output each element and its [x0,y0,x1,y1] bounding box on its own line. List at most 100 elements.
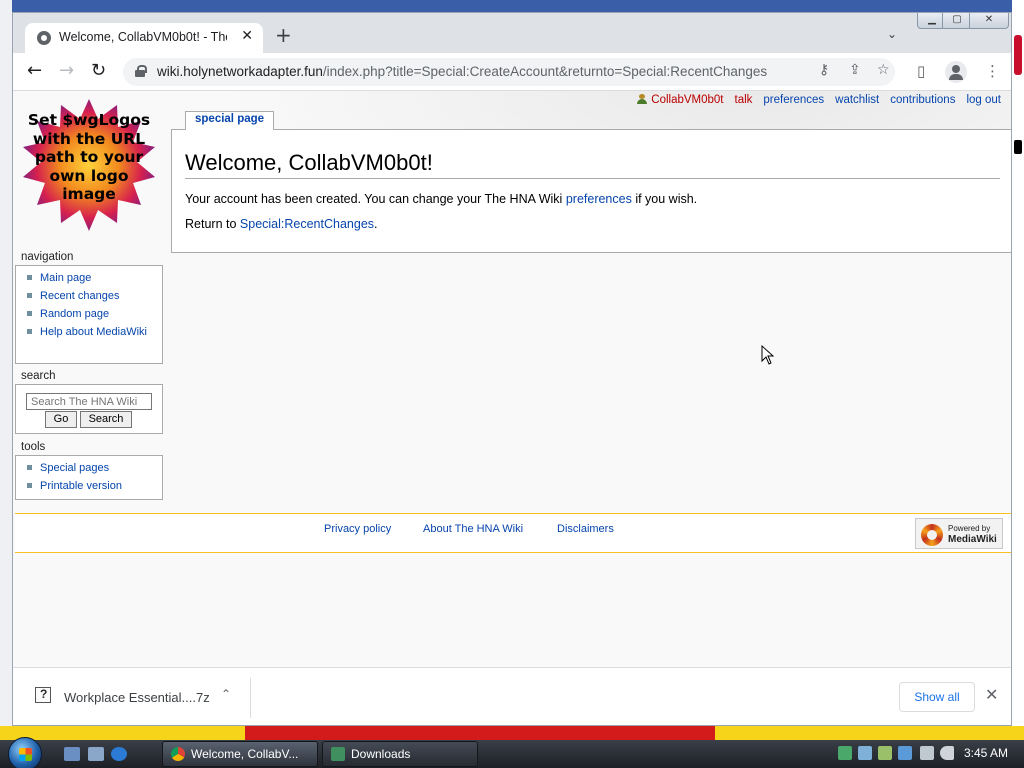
return-message: Return to Special:RecentChanges. [185,217,378,231]
desktop-background-bottom [0,726,1024,740]
url-host: wiki.holynetworkadapter.fun [157,64,323,79]
window-switcher-icon[interactable] [88,747,104,761]
tools-portlet: Special pages Printable version [15,455,163,500]
account-created-message: Your account has been created. You can c… [185,192,697,206]
maximize-window-button[interactable]: ▢ [942,13,972,29]
unknown-file-icon [35,687,51,703]
tray-app2-icon[interactable] [878,746,892,760]
navigation-portlet: Main page Recent changes Random page Hel… [15,265,163,364]
browser-tab[interactable]: Welcome, CollabVM0b0t! - The HNA Wiki ✕ [25,23,263,53]
chevron-up-icon[interactable]: ⌃ [221,687,231,701]
created-text: Your account has been created. You can c… [185,192,563,206]
close-window-button[interactable]: ✕ [969,13,1009,29]
browser-toolbar: ← → ↻ wiki.holynetworkadapter.fun/index.… [13,53,1011,91]
show-desktop-icon[interactable] [64,747,80,761]
profile-avatar-icon[interactable] [945,61,967,83]
reload-icon[interactable]: ↻ [91,61,106,81]
menu-kebab-icon[interactable]: ⋮ [985,62,1000,80]
address-url[interactable]: wiki.holynetworkadapter.fun/index.php?ti… [157,64,767,79]
tools-heading: tools [21,441,46,453]
tray-app-icon[interactable] [838,746,852,760]
url-path: /index.php?title=Special:CreateAccount&r… [322,64,768,79]
taskbar-item-browser-label: Welcome, CollabV... [191,747,299,761]
chrome-favicon-icon [37,31,51,45]
download-shelf: Workplace Essential....7z ⌃ Show all ✕ [13,667,1011,725]
desktop-background-left [0,0,12,740]
preferences-body-link[interactable]: preferences [566,192,632,206]
search-heading: search [21,370,56,382]
contributions-link[interactable]: contributions [890,94,955,106]
go-button[interactable]: Go [45,411,77,428]
forward-arrow-icon[interactable]: → [59,61,74,81]
desktop-background-top [0,0,1024,12]
chrome-icon [171,747,185,761]
talk-link[interactable]: talk [735,94,753,106]
taskbar-clock[interactable]: 3:45 AM [964,746,1008,760]
preferences-link[interactable]: preferences [763,94,824,106]
nav-item-main-page[interactable]: Main page [26,270,162,288]
tab-special-page[interactable]: special page [185,111,275,130]
show-all-button[interactable]: Show all [899,682,975,712]
desktop-background-right [1012,0,1024,740]
search-portlet: Go Search [15,384,163,434]
disclaimers-link[interactable]: Disclaimers [557,523,614,535]
taskbar-item-downloads[interactable]: Downloads [322,741,478,767]
logout-link[interactable]: log out [966,94,1001,106]
browser-window: Welcome, CollabVM0b0t! - The HNA Wiki ✕ … [12,12,1012,726]
page-title: Welcome, CollabVM0b0t! [185,150,1000,179]
if-you-wish-text: if you wish. [635,192,698,206]
close-tab-icon[interactable]: ✕ [241,28,253,44]
start-button[interactable] [8,737,42,768]
folder-icon [331,747,345,761]
watchlist-link[interactable]: watchlist [835,94,879,106]
tray-monitor-icon[interactable] [920,746,934,760]
address-bar[interactable]: wiki.holynetworkadapter.fun/index.php?ti… [123,58,895,86]
mediawiki-flower-icon [921,524,943,546]
mouse-cursor-icon [761,345,775,365]
search-input[interactable] [26,393,152,410]
page-footer: Privacy policy About The HNA Wiki Discla… [15,513,1011,553]
tab-strip: Welcome, CollabVM0b0t! - The HNA Wiki ✕ … [13,13,1011,53]
nav-item-recent-changes[interactable]: Recent changes [26,288,162,306]
internet-explorer-icon[interactable] [111,747,127,761]
return-to-text: Return to [185,217,237,231]
return-period: . [374,217,378,231]
tools-item-printable-version[interactable]: Printable version [26,478,162,496]
about-link[interactable]: About The HNA Wiki [423,523,523,535]
powered-by-mediawiki-badge[interactable]: Powered by MediaWiki [915,518,1003,549]
mediawiki-text: MediaWiki [948,534,997,545]
nav-item-help[interactable]: Help about MediaWiki [26,324,162,342]
new-tab-button[interactable]: + [275,25,292,45]
download-file-name[interactable]: Workplace Essential....7z [64,690,210,705]
download-item[interactable]: Workplace Essential....7z ⌃ [23,678,251,718]
tab-search-chevron-icon[interactable]: ⌄ [887,27,897,41]
tray-volume-icon[interactable] [940,746,954,760]
return-link[interactable]: Special:RecentChanges [240,217,374,231]
close-shelf-icon[interactable]: ✕ [985,685,998,705]
tray-network-icon[interactable] [858,746,872,760]
page-viewport: Set $wgLogos with the URL path to your o… [13,91,1011,667]
taskbar: Welcome, CollabV... Downloads 3:45 AM [0,737,1024,768]
taskbar-item-downloads-label: Downloads [351,747,411,761]
personal-tools: CollabVM0b0t talk preferences watchlist cont… [626,94,1001,106]
key-icon[interactable]: ⚷ [819,62,829,78]
tray-app3-icon[interactable] [898,746,912,760]
privacy-policy-link[interactable]: Privacy policy [324,523,391,535]
wiki-logo[interactable]: Set $wgLogos with the URL path to your o… [21,97,157,233]
bookmark-star-icon[interactable]: ☆ [877,62,890,78]
side-panel-icon[interactable]: ▯ [917,62,925,80]
taskbar-item-browser[interactable]: Welcome, CollabV... [162,741,318,767]
tools-item-special-pages[interactable]: Special pages [26,460,162,478]
tab-title: Welcome, CollabVM0b0t! - The HNA Wiki [59,30,227,44]
lock-icon[interactable] [135,65,147,77]
main-content: Welcome, CollabVM0b0t! Your account has … [171,129,1011,253]
user-page-link[interactable]: CollabVM0b0t [651,94,723,106]
navigation-heading: navigation [21,251,74,263]
nav-item-random-page[interactable]: Random page [26,306,162,324]
user-icon [637,94,648,104]
search-button[interactable]: Search [80,411,132,428]
back-arrow-icon[interactable]: ← [27,61,42,81]
logo-text: Set $wgLogos with the URL path to your o… [27,111,151,203]
share-icon[interactable]: ⇪ [849,62,861,78]
powered-by-text: Powered by [948,524,991,533]
